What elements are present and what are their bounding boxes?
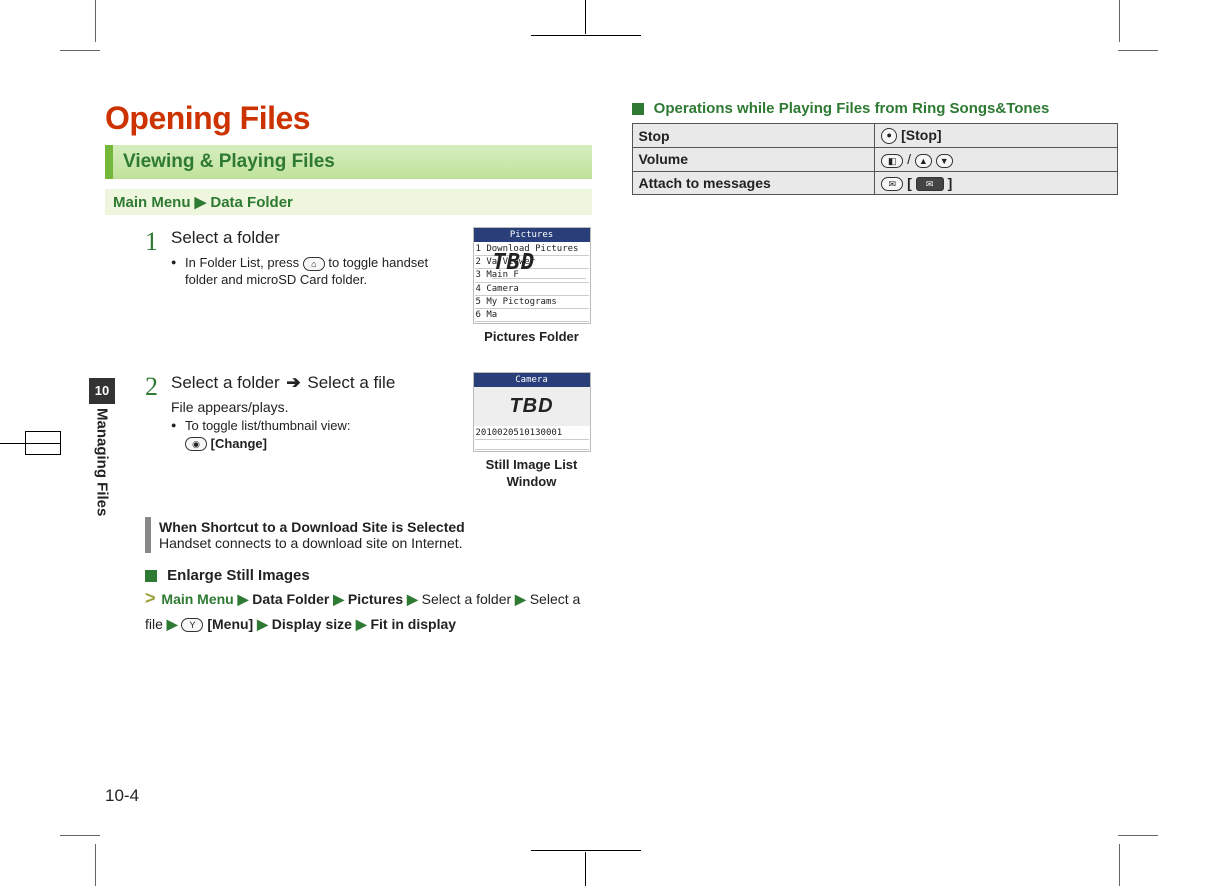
toggle-key-icon: ⌂ — [303, 257, 325, 271]
op-label: Volume — [632, 148, 875, 171]
crop-mark — [531, 850, 641, 851]
key-label: [Change] — [211, 436, 267, 451]
crop-mark — [60, 835, 100, 836]
crop-mark — [585, 852, 586, 886]
bracket-open: [ — [907, 175, 912, 191]
breadcrumb: Main Menu ▶ Data Folder — [105, 189, 592, 215]
path-segment: Select a folder — [422, 591, 512, 607]
down-key-icon: ▼ — [936, 154, 953, 168]
path-segment: Main Menu — [161, 591, 233, 607]
breadcrumb-b: Data Folder — [210, 194, 293, 211]
separator: / — [907, 151, 911, 167]
note-title: When Shortcut to a Download Site is Sele… — [159, 519, 584, 535]
screenshot-caption: Still Image List Window — [472, 456, 592, 491]
op-label: Attach to messages — [632, 171, 875, 194]
crop-mark — [585, 0, 586, 34]
operations-table: Stop ● [Stop] Volume ◧ / ▲ ▼ — [632, 123, 1119, 195]
mail-key-icon: ✉ — [881, 177, 903, 191]
triangle-icon: ▶ — [195, 194, 211, 211]
operations-heading: Operations while Playing Files from Ring… — [632, 100, 1119, 117]
step-sub-text: To toggle list/thumbnail view: — [185, 418, 350, 433]
enlarge-heading: Enlarge Still Images — [145, 567, 592, 584]
step-sub-text: In Folder List, press — [185, 255, 303, 270]
triangle-icon: ▶ — [356, 616, 371, 632]
right-column: Operations while Playing Files from Ring… — [632, 100, 1119, 806]
lead-chevron-icon: > — [145, 588, 156, 608]
step-head-a: Select a folder — [171, 373, 284, 392]
path-segment: Pictures — [348, 591, 403, 607]
screenshot-titlebar: Camera — [474, 373, 590, 387]
screenshot-pictures-folder: Pictures 1 Download Pictures 2 Va Viewer… — [472, 227, 592, 356]
operations-title: Operations while Playing Files from Ring… — [654, 100, 1050, 117]
step-2: 2 Camera TBD 2010020510130001 — [145, 372, 592, 501]
note-shortcut: When Shortcut to a Download Site is Sele… — [145, 517, 592, 553]
crop-mark — [95, 844, 96, 886]
op-action: ✉ [ ✉ ] — [875, 171, 1118, 194]
op-action: ● [Stop] — [875, 124, 1118, 148]
step-number: 2 — [145, 372, 171, 402]
message-icon: ✉ — [916, 177, 944, 191]
section-heading: Viewing & Playing Files — [105, 145, 592, 179]
crop-mark — [1119, 844, 1120, 886]
triangle-icon: ▶ — [515, 591, 530, 607]
step-1: 1 Pictures 1 Download Pictures 2 Va View… — [145, 227, 592, 356]
center-key-icon: ● — [881, 128, 897, 144]
triangle-icon: ▶ — [257, 616, 272, 632]
crop-mark — [25, 431, 61, 455]
square-bullet-icon — [145, 570, 157, 582]
triangle-icon: ▶ — [333, 591, 348, 607]
note-body: Handset connects to a download site on I… — [159, 535, 584, 551]
crop-mark — [1118, 50, 1158, 51]
breadcrumb-a: Main Menu — [113, 194, 191, 211]
table-row: Volume ◧ / ▲ ▼ — [632, 148, 1118, 171]
bracket-close: ] — [948, 175, 953, 191]
path-segment: Fit in display — [370, 616, 456, 632]
screenshot-item: 5 My Pictograms — [475, 296, 589, 309]
menu-key-icon: Y — [181, 618, 203, 632]
side-key-icon: ◧ — [881, 154, 903, 168]
action-label: [Stop] — [901, 127, 941, 143]
triangle-icon: ▶ — [238, 591, 253, 607]
crop-mark — [1119, 0, 1120, 42]
key-label: [Menu] — [207, 616, 253, 632]
navigation-path: > Main Menu ▶ Data Folder ▶ Pictures ▶ S… — [145, 584, 592, 635]
crop-mark — [531, 35, 641, 36]
path-segment: Data Folder — [252, 591, 329, 607]
path-segment: Display size — [272, 616, 352, 632]
crop-mark — [95, 0, 96, 42]
screenshot-caption: Pictures Folder — [472, 328, 592, 346]
up-key-icon: ▲ — [915, 154, 932, 168]
op-action: ◧ / ▲ ▼ — [875, 148, 1118, 171]
left-column: Opening Files Viewing & Playing Files Ma… — [105, 100, 592, 806]
crop-mark — [0, 443, 26, 444]
triangle-icon: ▶ — [167, 616, 182, 632]
crop-mark — [60, 50, 100, 51]
step-head-b: Select a file — [307, 373, 395, 392]
camera-key-icon: ◉ — [185, 437, 207, 451]
crop-mark — [1118, 835, 1158, 836]
page-title: Opening Files — [105, 100, 592, 137]
op-label: Stop — [632, 124, 875, 148]
enlarge-title: Enlarge Still Images — [167, 567, 310, 584]
page-number: 10-4 — [105, 786, 139, 806]
square-bullet-icon — [632, 103, 644, 115]
arrow-right-icon: ➔ — [286, 373, 300, 392]
screenshot-titlebar: Pictures — [474, 228, 590, 242]
table-row: Stop ● [Stop] — [632, 124, 1118, 148]
triangle-icon: ▶ — [407, 591, 422, 607]
table-row: Attach to messages ✉ [ ✉ ] — [632, 171, 1118, 194]
step-number: 1 — [145, 227, 171, 257]
screenshot-item: 6 Ma — [475, 309, 589, 322]
